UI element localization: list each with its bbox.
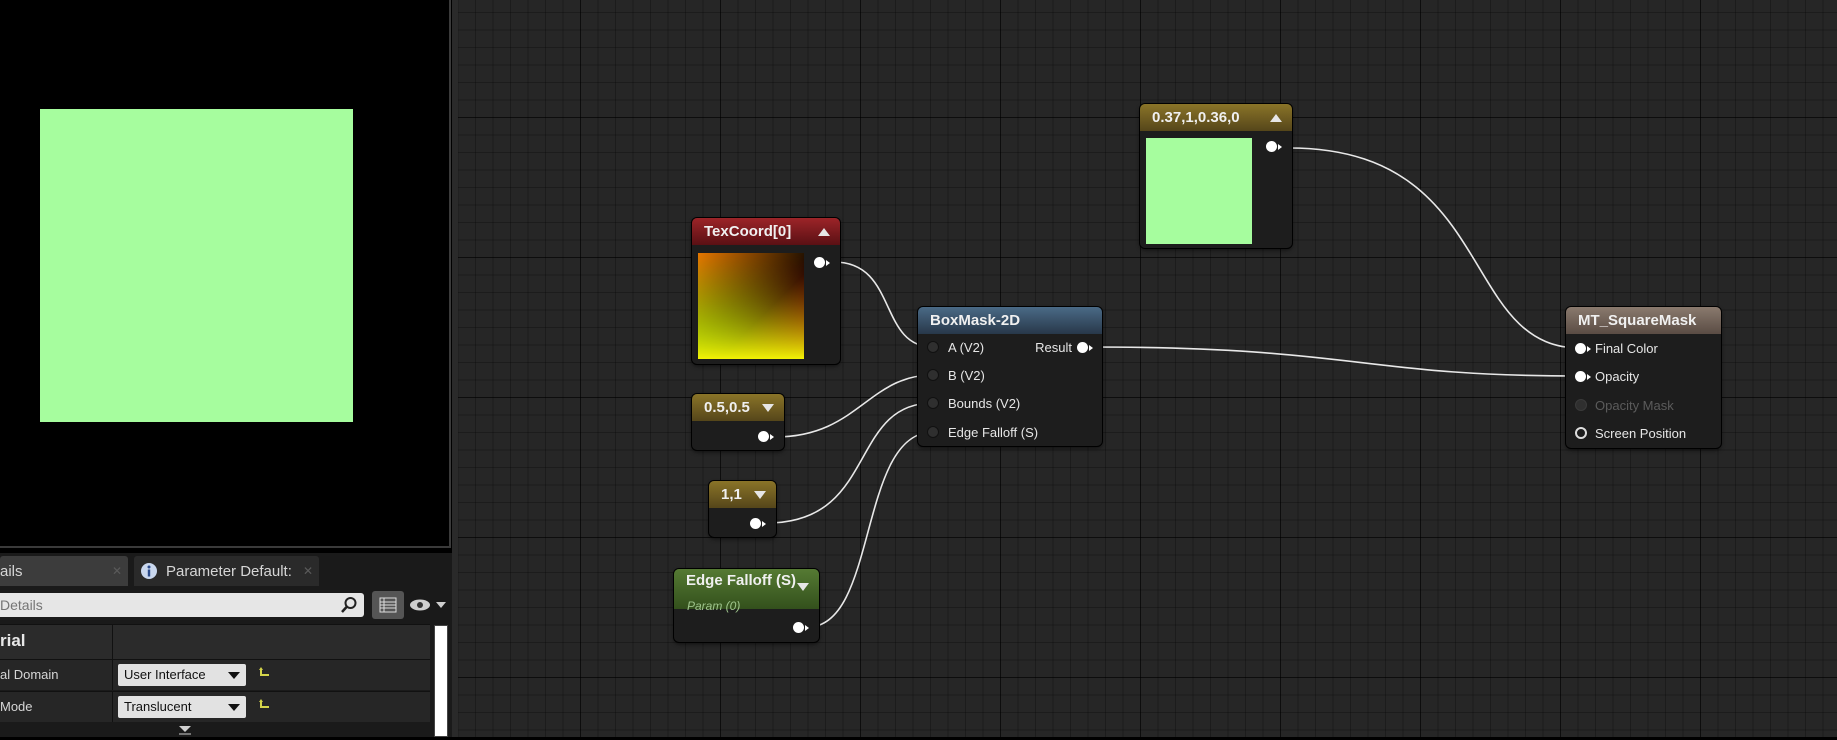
input-pin-screen-position[interactable]: [1575, 427, 1587, 439]
pin-label: Edge Falloff (S): [948, 425, 1039, 440]
tab-details-label: ails: [0, 562, 23, 580]
close-tab-icon[interactable]: ✕: [112, 564, 122, 578]
color-preview-swatch: [1146, 138, 1252, 244]
node-title: BoxMask-2D: [918, 307, 1102, 334]
pin-label: Opacity: [1595, 369, 1640, 384]
reset-to-default-icon[interactable]: [258, 698, 272, 712]
chevron-down-icon: [228, 704, 240, 711]
input-pin-final-color[interactable]: [1575, 343, 1591, 354]
blend-mode-dropdown[interactable]: Translucent: [118, 696, 246, 718]
search-icon[interactable]: [340, 596, 358, 614]
node-material-output[interactable]: MT_SquareMask Final Color Opacity Opacit…: [1566, 307, 1721, 448]
wire-11-to-bounds: [766, 402, 934, 524]
wire-05-to-b: [774, 374, 934, 438]
preview-viewport[interactable]: [0, 0, 451, 548]
output-pin[interactable]: [793, 622, 809, 633]
node-title: MT_SquareMask: [1566, 307, 1721, 334]
output-pin[interactable]: [814, 257, 830, 268]
expand-advanced-icon[interactable]: [178, 722, 192, 735]
reset-to-default-icon[interactable]: [258, 666, 272, 680]
property-label: al Domain: [0, 667, 59, 682]
input-pin-opacity[interactable]: [1575, 371, 1591, 382]
info-icon: [140, 562, 158, 580]
wire-result-to-opacity: [1087, 346, 1581, 377]
input-pin-bounds[interactable]: [927, 397, 939, 409]
dropdown-value: User Interface: [124, 667, 206, 682]
column-divider: [112, 625, 113, 659]
column-divider: [112, 660, 113, 690]
collapse-icon[interactable]: [1270, 114, 1282, 122]
property-row-blend-mode: Mode Translucent: [0, 691, 430, 722]
output-pin[interactable]: [1266, 141, 1282, 152]
material-graph-canvas[interactable]: 0.37,1,0.36,0 TexCoord[0] BoxMask-2D A (…: [458, 0, 1837, 737]
output-pin-result[interactable]: [1077, 342, 1093, 353]
collapse-icon[interactable]: [818, 228, 830, 236]
wire-edge-to-falloff: [807, 431, 934, 628]
category-label: rial: [0, 631, 26, 650]
pin-label: Final Color: [1595, 341, 1658, 356]
node-constant-11[interactable]: 1,1: [709, 481, 776, 537]
output-pin[interactable]: [750, 518, 766, 529]
tab-parameter-defaults[interactable]: Parameter Default: ✕: [134, 556, 319, 586]
dropdown-value: Translucent: [124, 699, 192, 714]
node-edge-falloff-param[interactable]: Edge Falloff (S) Param (0): [674, 569, 819, 642]
wire-color-to-final-color: [1288, 147, 1581, 349]
view-options-button[interactable]: [408, 593, 448, 617]
pin-label: Screen Position: [1595, 426, 1687, 441]
search-box: [0, 593, 364, 617]
expand-icon[interactable]: [797, 583, 809, 591]
preview-quad: [40, 109, 353, 422]
node-boxmask-2d[interactable]: BoxMask-2D A (V2) B (V2) Bounds (V2) Edg…: [918, 307, 1102, 446]
property-row-domain: al Domain User Interface: [0, 659, 430, 690]
expand-icon[interactable]: [754, 491, 766, 499]
pin-label: B (V2): [948, 368, 985, 383]
texcoord-preview: [698, 253, 804, 359]
details-scrollbar[interactable]: [434, 625, 448, 737]
input-pin-b[interactable]: [927, 369, 939, 381]
node-subtitle: Param (0): [687, 599, 741, 613]
node-constant-color[interactable]: 0.37,1,0.36,0: [1140, 104, 1292, 248]
category-row[interactable]: rial: [0, 624, 430, 659]
output-pin[interactable]: [758, 431, 774, 442]
pin-label: Bounds (V2): [948, 396, 1021, 411]
chevron-down-icon: [228, 672, 240, 679]
details-panel: ails ✕ Parameter Default: ✕ rial: [0, 553, 456, 737]
pin-label: Opacity Mask: [1595, 398, 1674, 413]
column-divider: [112, 692, 113, 722]
search-details-input[interactable]: [0, 595, 330, 615]
node-constant-05[interactable]: 0.5,0.5: [692, 394, 784, 450]
input-pin-a[interactable]: [927, 341, 939, 353]
input-pin-edge-falloff[interactable]: [927, 426, 939, 438]
pin-label: A (V2): [948, 340, 985, 355]
expand-icon[interactable]: [762, 404, 774, 412]
node-texcoord[interactable]: TexCoord[0]: [692, 218, 840, 364]
tab-params-label: Parameter Default:: [166, 562, 292, 580]
list-view-button[interactable]: [372, 591, 404, 619]
pin-label: Result: [1035, 340, 1072, 355]
property-label: Mode: [0, 699, 33, 714]
left-panel: ails ✕ Parameter Default: ✕ rial: [0, 0, 456, 737]
tab-details[interactable]: ails ✕: [0, 556, 128, 586]
domain-dropdown[interactable]: User Interface: [118, 664, 246, 686]
close-tab-icon[interactable]: ✕: [303, 564, 313, 578]
input-pin-opacity-mask: [1575, 399, 1587, 411]
